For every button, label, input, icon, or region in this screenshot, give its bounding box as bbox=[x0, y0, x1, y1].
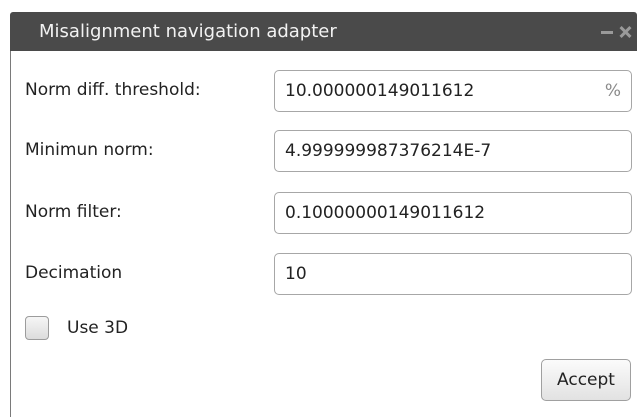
use-3d-checkbox[interactable] bbox=[25, 316, 49, 340]
dialog-body: Norm diff. threshold: 10.000000149011612… bbox=[10, 51, 637, 417]
window-controls bbox=[601, 12, 631, 51]
minimum-norm-label: Minimun norm: bbox=[25, 140, 154, 160]
accept-button[interactable]: Accept bbox=[541, 359, 631, 401]
window-title: Misalignment navigation adapter bbox=[39, 21, 337, 42]
norm-filter-label: Norm filter: bbox=[25, 202, 122, 222]
norm-filter-value: 0.10000000149011612 bbox=[285, 203, 486, 223]
minimize-icon[interactable] bbox=[601, 31, 613, 34]
norm-diff-threshold-value: 10.000000149011612 bbox=[285, 81, 475, 101]
norm-diff-threshold-label: Norm diff. threshold: bbox=[25, 80, 201, 100]
minimum-norm-value: 4.999999987376214E-7 bbox=[285, 141, 492, 161]
dialog-window: Misalignment navigation adapter Norm dif… bbox=[0, 0, 637, 417]
decimation-value: 10 bbox=[285, 264, 307, 284]
percent-unit: % bbox=[604, 81, 621, 101]
close-icon[interactable] bbox=[619, 26, 631, 38]
use-3d-label: Use 3D bbox=[67, 318, 129, 338]
decimation-input[interactable]: 10 bbox=[274, 253, 632, 295]
minimum-norm-input[interactable]: 4.999999987376214E-7 bbox=[274, 130, 632, 172]
use-3d-option[interactable]: Use 3D bbox=[25, 315, 128, 341]
norm-diff-threshold-input[interactable]: 10.000000149011612 % bbox=[274, 70, 632, 112]
decimation-label: Decimation bbox=[25, 263, 123, 283]
norm-filter-input[interactable]: 0.10000000149011612 bbox=[274, 192, 632, 234]
title-bar[interactable]: Misalignment navigation adapter bbox=[10, 12, 637, 51]
